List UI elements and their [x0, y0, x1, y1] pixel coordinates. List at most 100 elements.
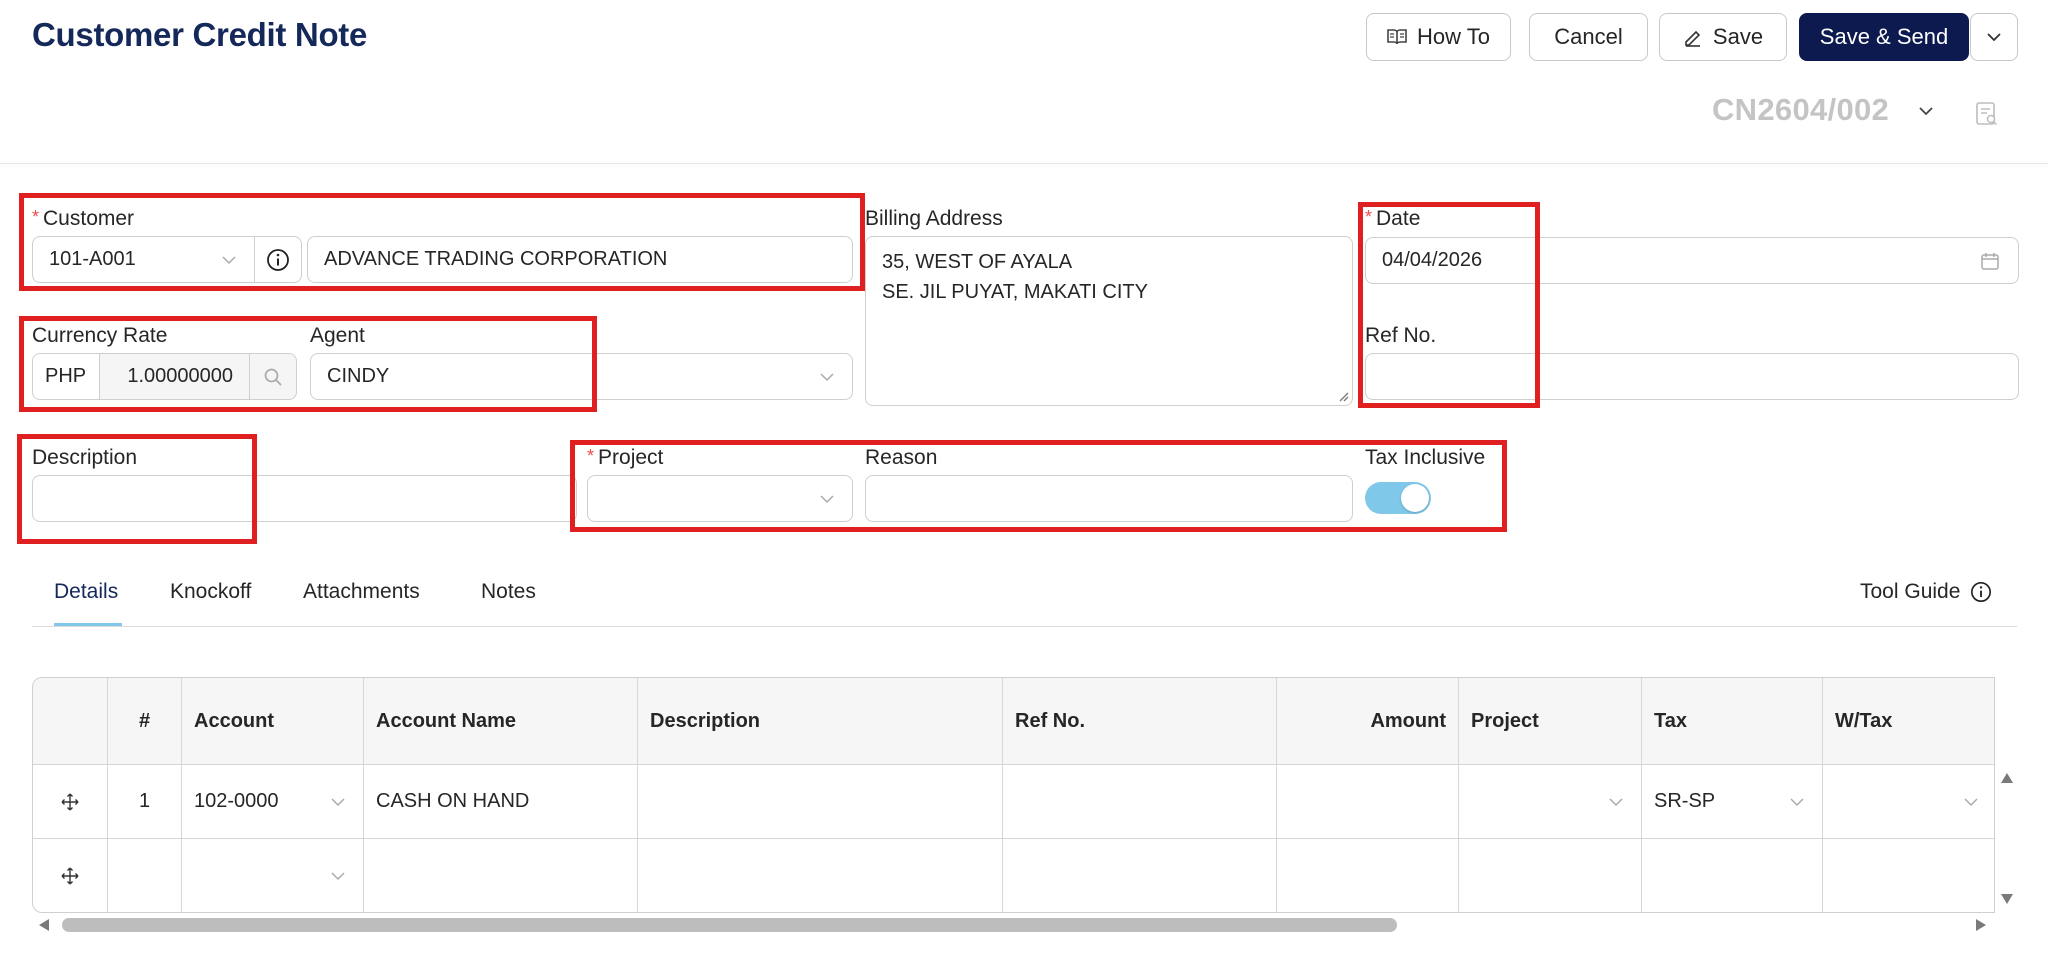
- description-cell[interactable]: [638, 839, 1003, 912]
- billing-address-line1: 35, WEST OF AYALA: [882, 251, 1073, 273]
- column-header-number: #: [108, 678, 182, 765]
- column-header-description: Description: [638, 678, 1003, 765]
- reason-field[interactable]: [865, 475, 1353, 522]
- chevron-down-icon: [331, 798, 345, 807]
- date-value: 04/04/2026: [1382, 249, 1483, 271]
- description-label: Description: [32, 446, 138, 469]
- tab-notes[interactable]: Notes: [481, 580, 536, 604]
- scroll-down-arrow-icon[interactable]: [2000, 893, 2014, 905]
- pencil-icon: [1685, 30, 1701, 47]
- more-options-button[interactable]: [1970, 13, 2018, 61]
- customer-label: * Customer: [32, 207, 135, 230]
- customer-code-select[interactable]: 101-A001: [32, 236, 255, 283]
- tax-cell-value: SR-SP: [1654, 790, 1716, 812]
- move-icon: [61, 867, 79, 884]
- column-header-account: Account: [182, 678, 364, 765]
- tab-details[interactable]: Details: [54, 580, 118, 604]
- reason-label: Reason: [865, 446, 938, 469]
- currency-rate-value: 1.00000000: [127, 365, 233, 387]
- column-header-wtax: W/Tax: [1823, 678, 1994, 765]
- doc-search-icon[interactable]: [1975, 101, 1999, 127]
- info-icon: [267, 248, 289, 271]
- move-icon: [61, 793, 79, 810]
- ref-no-cell[interactable]: [1003, 765, 1277, 839]
- tool-guide-label: Tool Guide: [1860, 580, 1961, 603]
- project-select-cell[interactable]: [1459, 765, 1642, 839]
- save-send-button[interactable]: Save & Send: [1799, 13, 1969, 61]
- billing-address-textarea[interactable]: 35, WEST OF AYALA SE. JIL PUYAT, MAKATI …: [865, 236, 1353, 406]
- customer-code-value: 101-A001: [49, 248, 136, 270]
- currency-code-value: PHP: [45, 365, 87, 387]
- search-icon: [264, 368, 282, 386]
- ref-no-label: Ref No.: [1365, 324, 1437, 347]
- customer-name-field[interactable]: ADVANCE TRADING CORPORATION: [307, 236, 853, 283]
- chevron-down-icon: [331, 872, 345, 881]
- tax-inclusive-label: Tax Inclusive: [1365, 446, 1486, 469]
- project-select[interactable]: [587, 475, 853, 522]
- customer-info-button[interactable]: [254, 236, 302, 283]
- scroll-up-arrow-icon[interactable]: [2000, 772, 2014, 784]
- billing-address-line2: SE. JIL PUYAT, MAKATI CITY: [882, 281, 1148, 303]
- agent-select[interactable]: CINDY: [310, 353, 853, 400]
- required-mark: *: [32, 207, 40, 227]
- ref-no-field[interactable]: [1365, 353, 2019, 400]
- account-name-cell[interactable]: [364, 839, 638, 912]
- resize-handle-icon[interactable]: [1337, 390, 1349, 402]
- horizontal-scroll-thumb[interactable]: [62, 918, 1397, 932]
- column-header-ref-no: Ref No.: [1003, 678, 1277, 765]
- amount-cell[interactable]: [1277, 839, 1459, 912]
- description-field[interactable]: [32, 475, 577, 522]
- row-number: [108, 839, 182, 912]
- row-drag-handle[interactable]: [33, 765, 108, 839]
- details-table: # Account Account Name Description Ref N…: [32, 677, 1995, 913]
- project-select-cell[interactable]: [1459, 839, 1642, 912]
- currency-code-field: PHP: [32, 353, 100, 400]
- doc-number-chevron-icon[interactable]: [1918, 106, 1934, 116]
- account-value: 102-0000: [194, 790, 279, 812]
- tax-select-cell[interactable]: SR-SP: [1642, 765, 1823, 839]
- tax-select-cell[interactable]: [1642, 839, 1823, 912]
- column-header-drag: [33, 678, 108, 765]
- tabs-divider: [32, 626, 2017, 627]
- tool-guide-button[interactable]: Tool Guide: [1860, 580, 1992, 604]
- required-mark: *: [587, 446, 595, 466]
- save-button[interactable]: Save: [1659, 13, 1787, 61]
- description-cell[interactable]: [638, 765, 1003, 839]
- chevron-down-icon: [820, 495, 834, 504]
- wtax-select-cell[interactable]: [1823, 839, 1994, 912]
- account-select[interactable]: 102-0000: [182, 765, 364, 839]
- scroll-left-arrow-icon[interactable]: [38, 918, 50, 932]
- row-drag-handle[interactable]: [33, 839, 108, 912]
- account-name-cell[interactable]: CASH ON HAND: [364, 765, 638, 839]
- agent-label: Agent: [310, 324, 365, 347]
- toggle-knob: [1401, 484, 1429, 512]
- chevron-down-icon: [1987, 33, 2001, 42]
- chevron-down-icon: [1609, 798, 1623, 807]
- agent-value: CINDY: [327, 365, 390, 387]
- column-header-account-name: Account Name: [364, 678, 638, 765]
- currency-search-button[interactable]: [249, 353, 297, 400]
- how-to-button[interactable]: How To: [1366, 13, 1511, 61]
- currency-rate-field[interactable]: 1.00000000: [99, 353, 250, 400]
- ref-no-cell[interactable]: [1003, 839, 1277, 912]
- tax-inclusive-toggle[interactable]: [1365, 482, 1431, 514]
- doc-number: CN2604/002: [1712, 92, 1890, 127]
- how-to-label: How To: [1417, 24, 1490, 49]
- column-header-tax: Tax: [1642, 678, 1823, 765]
- tab-attachments[interactable]: Attachments: [303, 580, 420, 604]
- amount-cell[interactable]: [1277, 765, 1459, 839]
- date-field[interactable]: 04/04/2026: [1365, 237, 2019, 284]
- required-mark: *: [1365, 207, 1373, 227]
- account-select[interactable]: [182, 839, 364, 912]
- chevron-down-icon: [222, 256, 236, 265]
- cancel-button[interactable]: Cancel: [1529, 13, 1648, 61]
- chevron-down-icon: [1964, 798, 1978, 807]
- wtax-select-cell[interactable]: [1823, 765, 1994, 839]
- scroll-right-arrow-icon[interactable]: [1975, 918, 1987, 932]
- header-divider: [0, 163, 2048, 164]
- date-label: * Date: [1365, 207, 1421, 230]
- tab-knockoff[interactable]: Knockoff: [170, 580, 251, 604]
- billing-address-label: Billing Address: [865, 207, 1003, 230]
- save-label: Save: [1712, 24, 1764, 49]
- calendar-icon[interactable]: [1980, 251, 2000, 271]
